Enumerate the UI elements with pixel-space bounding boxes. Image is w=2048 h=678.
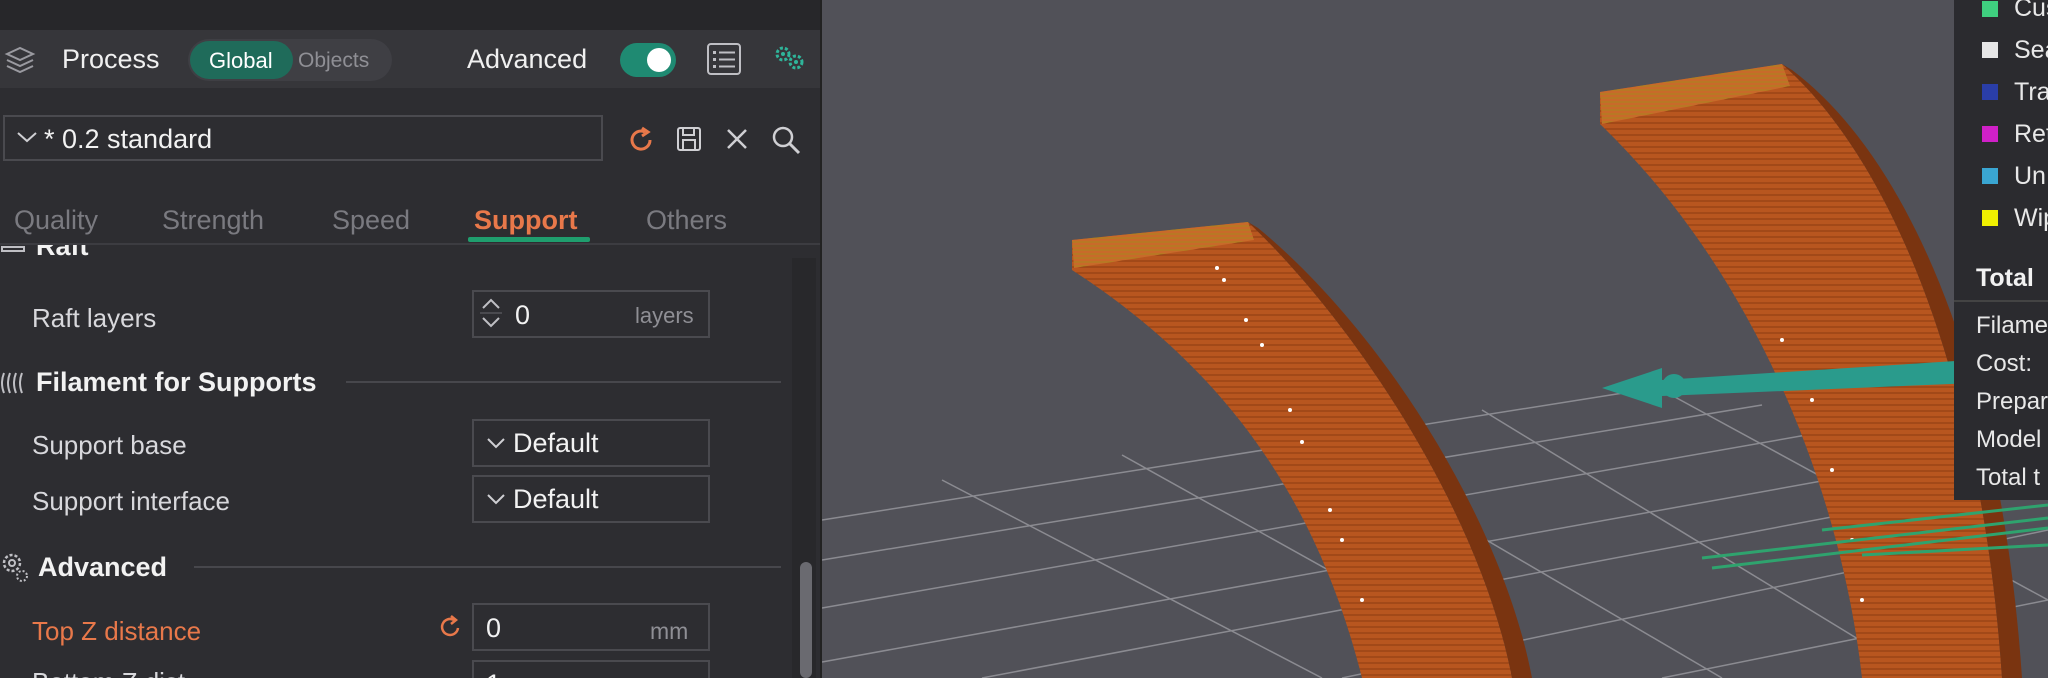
save-icon[interactable] <box>675 125 703 158</box>
legend-swatch <box>1982 84 1998 100</box>
section-rule <box>194 566 781 568</box>
advanced-gear-icon <box>0 551 30 588</box>
active-tab-indicator <box>468 237 590 242</box>
section-filament: Filament for Supports <box>36 367 317 397</box>
tab-support[interactable]: Support <box>474 205 577 236</box>
bottom-z-label: Bottom Z dist <box>32 667 185 678</box>
raft-layers-label: Raft layers <box>32 303 157 333</box>
process-title: Process <box>62 44 160 74</box>
panel-top-strip <box>0 0 820 30</box>
filament-icon <box>0 369 24 402</box>
legend-swatch <box>1982 126 1998 142</box>
layers-icon <box>4 44 36 81</box>
gear-settings-icon[interactable] <box>774 44 806 79</box>
section-raft: Raft <box>36 245 89 261</box>
tab-speed[interactable]: Speed <box>332 205 410 236</box>
legend-item-label: Tra <box>2014 78 2048 106</box>
toggle-knob <box>647 48 671 72</box>
reset-icon[interactable] <box>436 614 464 647</box>
legend-swatch <box>1982 168 1998 184</box>
stat-label: Cost: <box>1976 350 2033 377</box>
raft-icon <box>0 245 26 264</box>
3d-viewport[interactable] <box>822 0 2048 678</box>
legend-item-label: Wip <box>2014 204 2048 232</box>
bottom-z-input[interactable] <box>472 660 710 678</box>
advanced-label: Advanced <box>467 44 588 74</box>
legend-swatch <box>1982 42 1998 58</box>
support-interface-label: Support interface <box>32 486 231 516</box>
stepper-icon[interactable] <box>478 292 504 339</box>
support-interface-value: Default <box>513 484 599 514</box>
legend-swatch <box>1982 1 1998 17</box>
tab-strength[interactable]: Strength <box>162 205 264 236</box>
preset-name: * 0.2 standard <box>44 124 213 154</box>
legend-swatch <box>1982 210 1998 226</box>
search-icon[interactable] <box>770 124 802 161</box>
top-z-unit: mm <box>650 618 689 644</box>
bottom-z-row-clip: Bottom Z dist 1 <box>0 660 790 678</box>
section-rule <box>346 381 781 383</box>
stat-label: Total t <box>1976 464 2041 491</box>
bottom-z-value: 1 <box>486 669 501 678</box>
reset-icon[interactable] <box>626 125 656 160</box>
chevron-down-icon <box>486 492 506 510</box>
advanced-toggle[interactable] <box>620 43 676 77</box>
list-view-icon[interactable] <box>706 42 742 81</box>
tab-quality[interactable]: Quality <box>14 205 98 236</box>
total-title: Total <box>1976 264 2034 292</box>
legend-item-label: Sea <box>2014 36 2048 64</box>
stat-label: Prepar <box>1976 388 2048 415</box>
chevron-down-icon <box>486 436 506 454</box>
close-icon[interactable] <box>725 127 749 156</box>
legend-panel <box>1954 0 2048 500</box>
global-segment-label: Global <box>209 48 273 73</box>
legend-item-label: Un <box>2014 162 2046 190</box>
legend-item-label: Cus <box>2014 0 2048 22</box>
raft-layers-unit: layers <box>635 303 694 328</box>
support-base-label: Support base <box>32 430 187 460</box>
scene-render <box>822 64 2048 678</box>
top-z-label: Top Z distance <box>32 616 202 646</box>
scrollbar-thumb[interactable] <box>800 562 812 678</box>
legend-item-label: Ret <box>2014 120 2048 148</box>
section-advanced: Advanced <box>38 552 168 582</box>
raft-layers-value: 0 <box>515 300 531 330</box>
legend-divider <box>1954 300 2048 302</box>
stat-label: Model <box>1976 426 2042 453</box>
objects-segment[interactable]: Objects <box>298 49 369 73</box>
stat-label: Filame <box>1976 312 2048 339</box>
chevron-down-icon <box>16 130 38 149</box>
support-base-value: Default <box>513 428 599 458</box>
top-z-value: 0 <box>486 613 502 643</box>
tab-others[interactable]: Others <box>646 205 727 236</box>
